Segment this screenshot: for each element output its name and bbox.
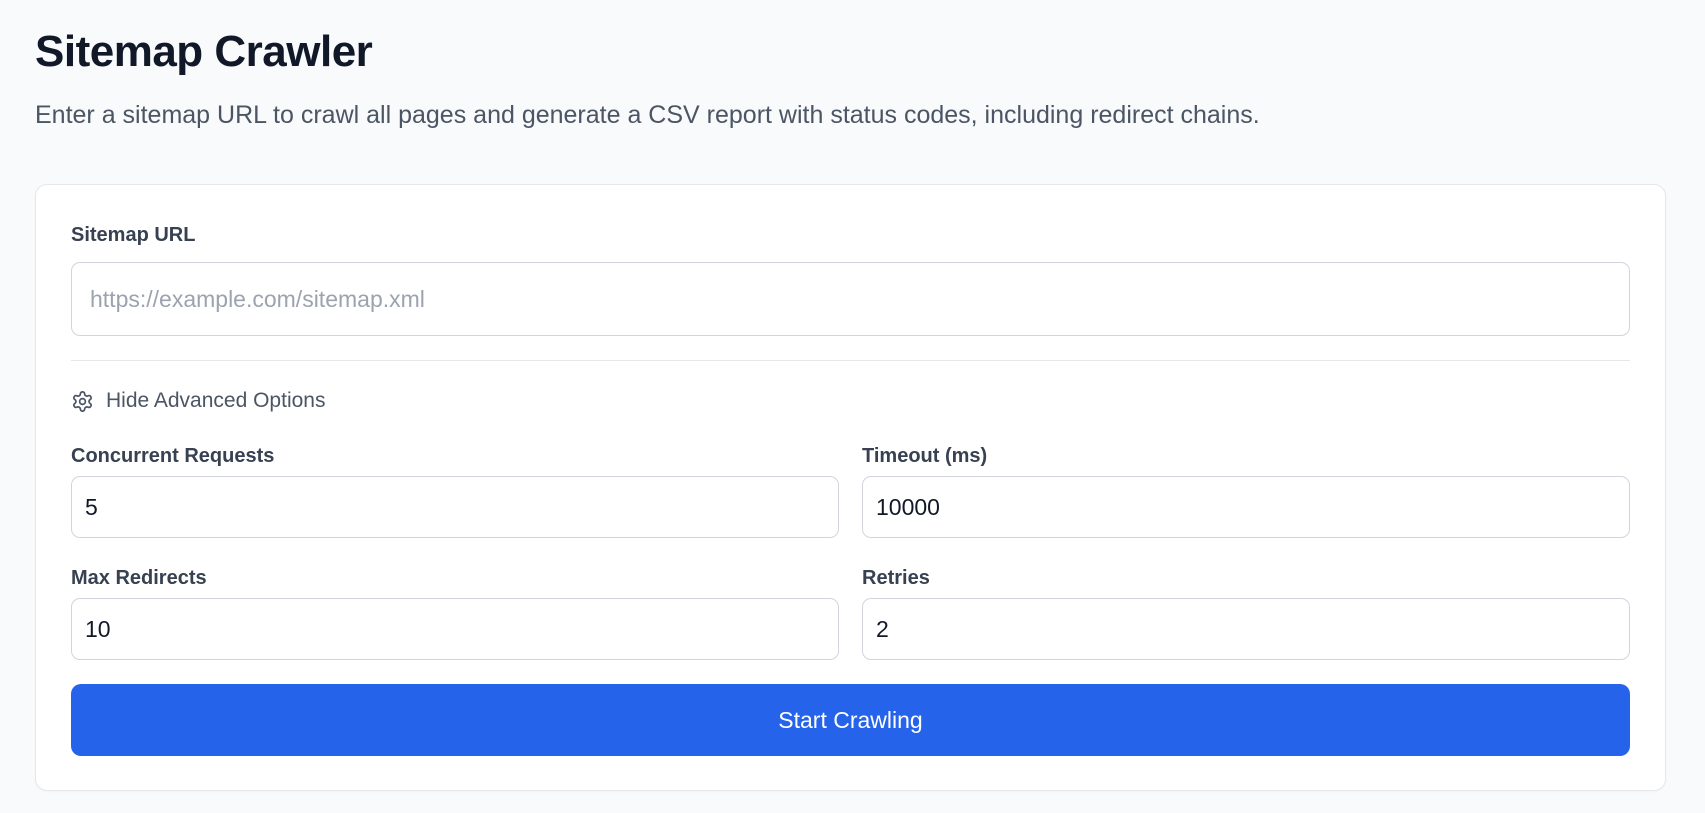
advanced-options-label: Hide Advanced Options	[106, 389, 326, 412]
max-redirects-input[interactable]	[71, 598, 839, 660]
timeout-label: Timeout (ms)	[862, 445, 988, 467]
concurrent-requests-label: Concurrent Requests	[71, 445, 275, 467]
crawler-form-card: Sitemap URL Hide Advanced Options Concur…	[35, 184, 1666, 791]
retries-input[interactable]	[862, 598, 1630, 660]
timeout-input[interactable]	[862, 476, 1630, 538]
max-redirects-label: Max Redirects	[71, 567, 207, 589]
start-crawling-button[interactable]: Start Crawling	[71, 684, 1630, 756]
gear-icon	[73, 390, 92, 412]
page-title: Sitemap Crawler	[35, 27, 373, 76]
advanced-options-toggle[interactable]: Hide Advanced Options	[71, 386, 325, 416]
sitemap-url-input[interactable]	[71, 262, 1630, 336]
divider	[71, 360, 1630, 361]
page: Sitemap Crawler Enter a sitemap URL to c…	[0, 0, 1705, 813]
page-subtitle: Enter a sitemap URL to crawl all pages a…	[35, 101, 1260, 129]
concurrent-requests-input[interactable]	[71, 476, 839, 538]
sitemap-url-label: Sitemap URL	[71, 224, 196, 246]
retries-label: Retries	[862, 567, 930, 589]
